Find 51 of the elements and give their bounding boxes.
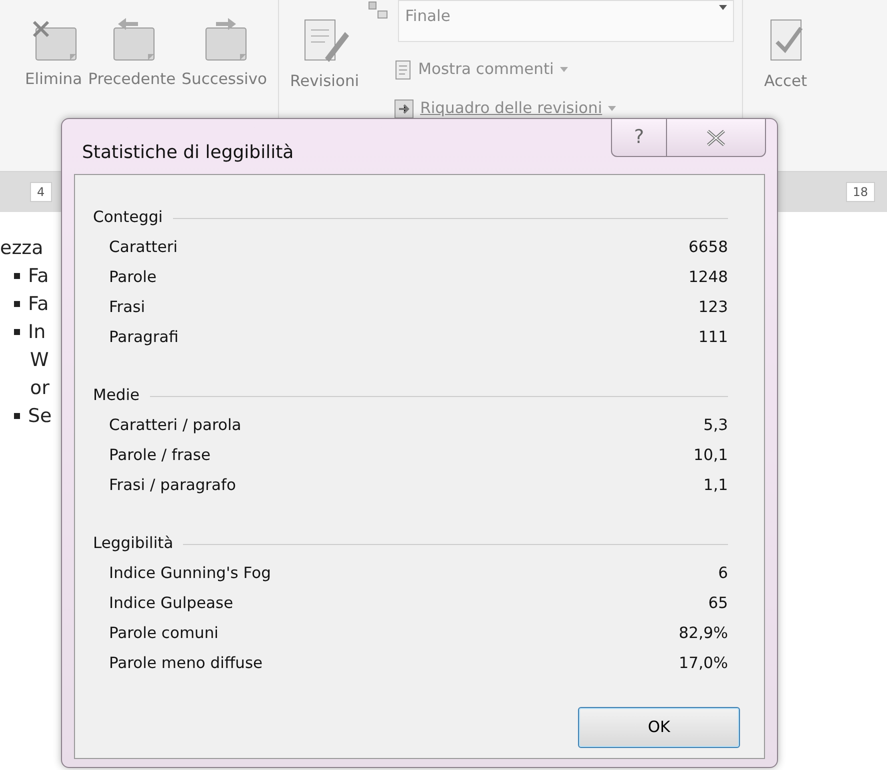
stat-label: Indice Gunning's Fog [109,563,271,584]
page-icon [394,60,412,80]
stat-value: 123 [698,297,728,318]
stat-label: Caratteri [109,237,178,258]
stat-label: Indice Gulpease [109,593,234,614]
document-text: W [30,348,49,373]
display-dropdown[interactable]: Finale [398,0,734,42]
bullet-item: Se [28,404,52,429]
stat-value: 1248 [688,267,728,288]
close-icon [706,129,726,148]
stat-label: Paragrafi [109,327,178,348]
stat-label: Parole comuni [109,623,218,644]
bullet-icon [14,273,20,279]
dropdown-caret-icon [560,67,568,72]
dropdown-caret-icon [719,5,728,10]
stat-label: Parole meno diffuse [109,653,263,674]
ruler-label: 18 [846,182,875,202]
document-text: ezza [0,236,44,261]
section-heading: Conteggi [93,207,163,228]
bullet-icon [14,301,20,307]
dialog-title: Statistiche di leggibilità [82,142,294,163]
stat-value: 65 [708,593,728,614]
pane-icon [394,98,414,119]
dropdown-value: Finale [405,6,450,27]
bullet-icon [14,413,20,419]
stat-value: 82,9% [678,623,728,644]
stat-value: 6 [718,563,728,584]
stat-value: 5,3 [703,415,728,436]
section-heading: Medie [93,385,140,406]
document-text: or [30,376,50,401]
bullet-item: In [28,320,46,345]
stat-value: 111 [698,327,728,348]
help-button[interactable]: ? [611,118,667,157]
ruler-label: 4 [30,182,52,202]
section-heading: Leggibilità [93,533,174,554]
stat-label: Parole / frase [109,445,211,466]
stat-label: Caratteri / parola [109,415,242,436]
stat-label: Frasi [109,297,146,318]
bullet-item: Fa [28,292,49,317]
stat-label: Frasi / paragrafo [109,475,236,496]
dropdown-caret-icon [608,106,616,112]
stat-value: 10,1 [693,445,728,466]
bullet-icon [14,329,20,335]
ok-button[interactable]: OK [578,707,740,748]
show-comments-button[interactable]: Mostra commenti [394,58,734,82]
stat-value: 1,1 [703,475,728,496]
stat-label: Parole [109,267,157,288]
bullet-item: Fa [28,264,49,289]
stat-value: 17,0% [678,653,728,674]
close-button[interactable] [667,118,766,157]
stat-value: 6658 [688,237,728,258]
